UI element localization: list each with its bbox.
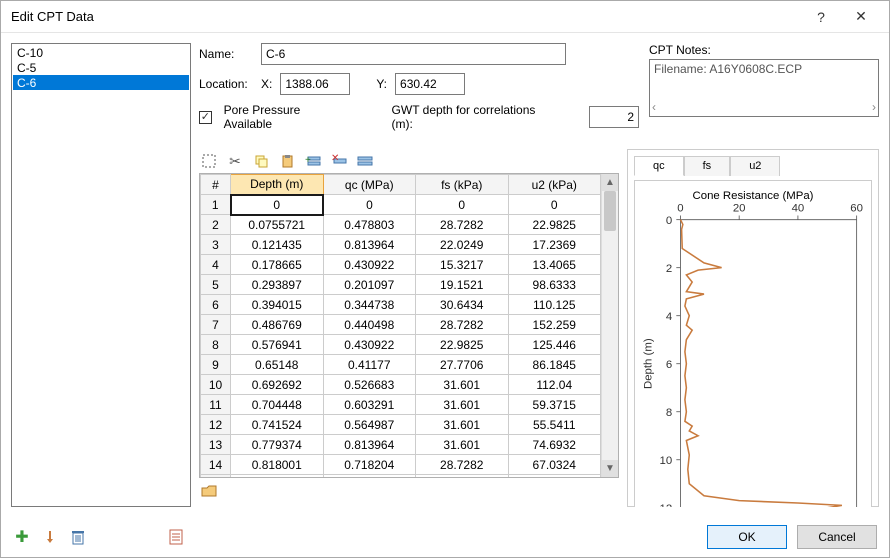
y-label: Y:	[376, 77, 387, 91]
cpt-list-item[interactable]: C-6	[13, 75, 189, 90]
table-row[interactable]: 140.8180010.71820428.728267.0324	[201, 455, 601, 475]
svg-text:40: 40	[792, 202, 805, 214]
notes-label: CPT Notes:	[649, 43, 879, 57]
chart-tab-qc[interactable]: qc	[634, 156, 684, 176]
table-row[interactable]: 20.07557210.47880328.728222.9825	[201, 215, 601, 235]
table-row[interactable]: 80.5769410.43092222.9825125.446	[201, 335, 601, 355]
column-header[interactable]: fs (kPa)	[416, 175, 509, 195]
column-header[interactable]: Depth (m)	[231, 175, 324, 195]
x-input[interactable]	[280, 73, 350, 95]
dialog-body: C-10C-5C-6 Name: Location: X: Y:	[1, 33, 889, 517]
name-input[interactable]	[261, 43, 566, 65]
cpt-list-item[interactable]: C-10	[13, 45, 189, 60]
insert-row-icon[interactable]: +	[305, 153, 321, 169]
paste-icon[interactable]	[279, 153, 295, 169]
chart-tab-u2[interactable]: u2	[730, 156, 780, 176]
column-header[interactable]: #	[201, 175, 231, 195]
gwt-input[interactable]	[589, 106, 639, 128]
table-row[interactable]: 10000	[201, 195, 601, 215]
table-row[interactable]: 50.2938970.20109719.152198.6333	[201, 275, 601, 295]
svg-text:60: 60	[850, 202, 863, 214]
chart-box: Cone Resistance (MPa) 0 20 40 60 0 2 4 6 8 10 12 Dep…	[634, 180, 872, 507]
data-table[interactable]: #Depth (m)qc (MPa)fs (kPa)u2 (kPa)100002…	[200, 174, 601, 477]
table-row[interactable]: 30.1214350.81396422.024917.2369	[201, 235, 601, 255]
main-panel: Name: Location: X: Y: ✓ Pore Pressure Av…	[199, 43, 879, 507]
pore-label: Pore Pressure Available	[224, 103, 347, 131]
cpt-list[interactable]: C-10C-5C-6	[11, 43, 191, 507]
copy-icon[interactable]	[253, 153, 269, 169]
clear-rows-icon[interactable]	[357, 153, 373, 169]
svg-text:Cone Resistance (MPa): Cone Resistance (MPa)	[693, 190, 814, 202]
name-label: Name:	[199, 47, 253, 61]
table-row[interactable]: 60.3940150.34473830.6434110.125	[201, 295, 601, 315]
vertical-scrollbar[interactable]: ▲ ▼	[601, 174, 618, 477]
notes-input[interactable]: Filename: A16Y0608C.ECP ‹›	[649, 59, 879, 117]
open-folder-icon[interactable]	[201, 487, 217, 501]
svg-text:0: 0	[666, 215, 672, 227]
pore-checkbox[interactable]: ✓	[199, 111, 212, 124]
svg-text:✕: ✕	[331, 154, 339, 164]
chart-tabs: qcfsu2	[634, 156, 872, 176]
column-header[interactable]: u2 (kPa)	[508, 175, 601, 195]
svg-text:10: 10	[659, 455, 672, 467]
cpt-list-item[interactable]: C-5	[13, 60, 189, 75]
table-toolbar: ✂ + ✕	[199, 149, 619, 173]
select-icon[interactable]	[201, 153, 217, 169]
table-row[interactable]: 40.1786650.43092215.321713.4065	[201, 255, 601, 275]
svg-text:6: 6	[666, 359, 672, 371]
y-input[interactable]	[395, 73, 465, 95]
svg-text:0: 0	[677, 202, 683, 214]
table-row[interactable]: 70.4867690.44049828.7282152.259	[201, 315, 601, 335]
x-label: X:	[261, 77, 272, 91]
table-row[interactable]: 100.6926920.52668331.601112.04	[201, 375, 601, 395]
svg-text:4: 4	[666, 311, 672, 323]
svg-text:Depth (m): Depth (m)	[642, 338, 654, 389]
chart-panel: qcfsu2 Cone Resistance (MPa) 0 20 40 60 0 2 4 6 8…	[627, 149, 879, 507]
gwt-label: GWT depth for correlations (m):	[392, 103, 554, 131]
delete-row-icon[interactable]: ✕	[331, 153, 347, 169]
column-header[interactable]: qc (MPa)	[323, 175, 416, 195]
table-row[interactable]: 130.7793740.81396431.60174.6932	[201, 435, 601, 455]
ok-button[interactable]: OK	[707, 525, 787, 549]
svg-text:+: +	[305, 155, 311, 166]
svg-text:20: 20	[733, 202, 746, 214]
dialog-window: Edit CPT Data ? ✕ C-10C-5C-6 Name: Locat…	[0, 0, 890, 558]
cpt-icon[interactable]	[41, 528, 59, 546]
titlebar: Edit CPT Data ? ✕	[1, 1, 889, 33]
help-button[interactable]: ?	[801, 2, 841, 32]
cone-resistance-chart: Cone Resistance (MPa) 0 20 40 60 0 2 4 6 8 10 12 Dep…	[639, 185, 867, 507]
report-icon[interactable]	[167, 528, 185, 546]
cut-icon[interactable]: ✂	[227, 153, 243, 169]
table-row[interactable]: 150.8549460.8235423.940151.7107	[201, 475, 601, 478]
chart-tab-fs[interactable]: fs	[684, 156, 731, 176]
add-icon[interactable]: ✚	[13, 528, 31, 546]
dialog-title: Edit CPT Data	[11, 9, 801, 24]
delete-icon[interactable]	[69, 528, 87, 546]
svg-text:2: 2	[666, 263, 672, 275]
close-button[interactable]: ✕	[841, 2, 881, 32]
footer: ✚ OK Cancel	[1, 517, 889, 557]
cancel-button[interactable]: Cancel	[797, 525, 877, 549]
location-label: Location:	[199, 77, 253, 91]
svg-text:8: 8	[666, 407, 672, 419]
table-row[interactable]: 120.7415240.56498731.60155.5411	[201, 415, 601, 435]
svg-text:12: 12	[659, 503, 672, 507]
table-row[interactable]: 90.651480.4117727.770686.1845	[201, 355, 601, 375]
table-row[interactable]: 110.7044480.60329131.60159.3715	[201, 395, 601, 415]
